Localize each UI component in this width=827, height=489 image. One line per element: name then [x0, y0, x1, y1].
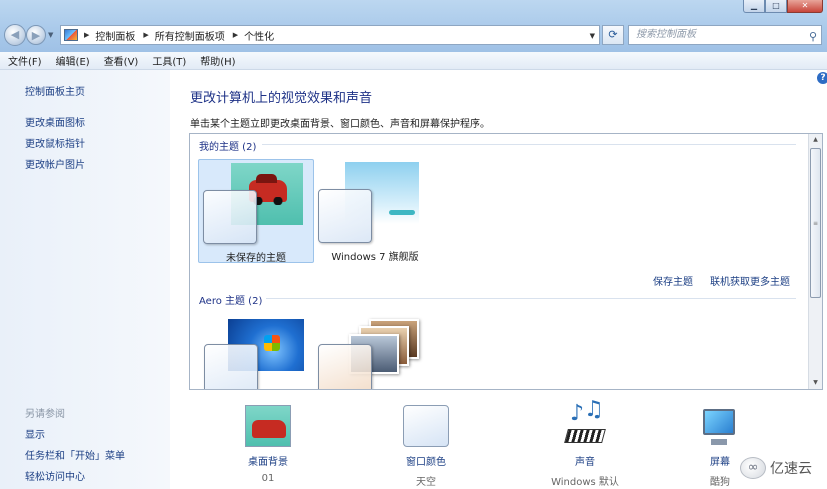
theme-label: 未保存的主题	[226, 253, 286, 264]
watermark: ∞ 亿速云	[740, 457, 812, 479]
refresh-button[interactable]: ⟳	[602, 25, 624, 45]
search-icon[interactable]: ⚲	[809, 28, 817, 46]
maximize-button[interactable]: □	[765, 0, 787, 13]
address-dropdown-icon[interactable]: ▼	[590, 32, 595, 40]
windows-logo	[264, 335, 280, 351]
save-theme-link[interactable]: 保存主题	[653, 273, 693, 288]
address-bar[interactable]: ▶ 控制面板 ▶ 所有控制面板项 ▶ 个性化 ▼	[60, 25, 600, 45]
my-themes-header[interactable]: 我的主题 (2)	[199, 138, 256, 153]
search-input[interactable]: 搜索控制面板 ⚲	[628, 25, 822, 45]
scroll-up-icon[interactable]: ▲	[809, 134, 822, 146]
control-panel-icon	[64, 29, 78, 41]
wallpaper-accent	[389, 210, 415, 215]
screen-saver-icon	[697, 405, 743, 447]
scrollbar-thumb[interactable]: ≡	[810, 148, 821, 298]
watermark-logo-icon: ∞	[740, 457, 766, 479]
menu-tools[interactable]: 工具(T)	[152, 53, 186, 68]
theme-label: Windows 7 旗舰版	[331, 252, 419, 263]
window-color-swatch	[318, 344, 372, 389]
window-color-swatch	[318, 189, 372, 243]
navigation-pane: 控制面板主页 更改桌面图标 更改鼠标指针 更改帐户图片 另请参阅 显示 任务栏和…	[0, 70, 170, 489]
forward-button[interactable]: ▶	[26, 25, 46, 45]
theme-unsaved[interactable]: 未保存的主题	[198, 159, 314, 264]
music-note-icon: ♪	[570, 401, 585, 426]
breadcrumb-control-panel[interactable]: 控制面板	[95, 28, 135, 43]
see-also-heading: 另请参阅	[25, 409, 65, 420]
link-ease-of-access-center[interactable]: 轻松访问中心	[25, 468, 85, 483]
window-color-icon	[403, 405, 449, 447]
group-divider	[266, 298, 796, 299]
page-title: 更改计算机上的视觉效果和声音	[190, 91, 373, 106]
help-icon[interactable]: ?	[817, 72, 827, 84]
setting-name: 桌面背景	[248, 457, 288, 468]
setting-value: Windows 默认	[551, 477, 619, 488]
breadcrumb-separator-icon[interactable]: ▶	[143, 31, 148, 39]
link-control-panel-home[interactable]: 控制面板主页	[25, 83, 85, 98]
page-description: 单击某个主题立即更改桌面背景、窗口颜色、声音和屏幕保护程序。	[190, 119, 490, 130]
link-change-desktop-icons[interactable]: 更改桌面图标	[25, 114, 85, 129]
music-note-icon: ♫	[584, 397, 604, 422]
window-color-swatch	[204, 344, 258, 389]
recent-pages-dropdown[interactable]: ▼	[48, 31, 53, 39]
theme-list-scrollbar[interactable]: ▲ ≡ ▼	[808, 134, 822, 389]
link-taskbar-start-menu[interactable]: 任务栏和「开始」菜单	[25, 447, 125, 462]
monitor-icon	[703, 409, 735, 445]
theme-list[interactable]: 我的主题 (2) 未保存的主题 Windows 7 旗舰版 保存主题 联机获取更…	[189, 133, 823, 390]
menu-file[interactable]: 文件(F)	[8, 53, 42, 68]
close-button[interactable]: ✕	[787, 0, 823, 13]
menu-edit[interactable]: 编辑(E)	[56, 53, 90, 68]
theme-aero-landscapes[interactable]	[317, 314, 433, 389]
group-divider	[262, 144, 796, 145]
breadcrumb-personalization[interactable]: 个性化	[244, 28, 274, 43]
menu-help[interactable]: 帮助(H)	[200, 53, 235, 68]
theme-windows7-ultimate[interactable]: Windows 7 旗舰版	[317, 159, 433, 263]
get-more-themes-link[interactable]: 联机获取更多主题	[710, 273, 790, 288]
sounds-setting[interactable]: ♪ ♫ 声音 Windows 默认	[535, 397, 635, 488]
car-image	[252, 420, 286, 438]
minimize-button[interactable]: ▁	[743, 0, 765, 13]
piano-keys	[564, 429, 606, 443]
setting-value: 天空	[416, 477, 436, 488]
sounds-icon: ♪ ♫	[562, 397, 608, 447]
window-color-swatch	[203, 190, 257, 244]
scroll-down-icon[interactable]: ▼	[809, 377, 822, 389]
watermark-text: 亿速云	[770, 461, 812, 477]
breadcrumb-separator-icon[interactable]: ▶	[84, 31, 89, 39]
window-controls: ▁ □ ✕	[743, 0, 823, 14]
breadcrumb-separator-icon[interactable]: ▶	[233, 31, 238, 39]
back-button[interactable]: ◀	[4, 24, 26, 46]
window-color-setting[interactable]: 窗口颜色 天空	[376, 405, 476, 488]
link-display[interactable]: 显示	[25, 426, 45, 441]
menu-bar: 文件(F) 编辑(E) 查看(V) 工具(T) 帮助(H)	[0, 52, 827, 70]
setting-name: 声音	[575, 457, 595, 468]
desktop-background-icon	[245, 405, 291, 447]
search-placeholder: 搜索控制面板	[636, 29, 696, 40]
setting-value: 01	[261, 473, 275, 484]
menu-view[interactable]: 查看(V)	[104, 53, 139, 68]
setting-name: 窗口颜色	[406, 457, 446, 468]
aero-themes-header[interactable]: Aero 主题 (2)	[199, 292, 262, 307]
breadcrumb-all-items[interactable]: 所有控制面板项	[155, 28, 225, 43]
desktop-background-setting[interactable]: 桌面背景 01	[218, 405, 318, 484]
link-change-mouse-pointers[interactable]: 更改鼠标指针	[25, 135, 85, 150]
link-change-account-picture[interactable]: 更改帐户图片	[25, 156, 85, 171]
theme-aero-windows7[interactable]	[198, 314, 314, 389]
